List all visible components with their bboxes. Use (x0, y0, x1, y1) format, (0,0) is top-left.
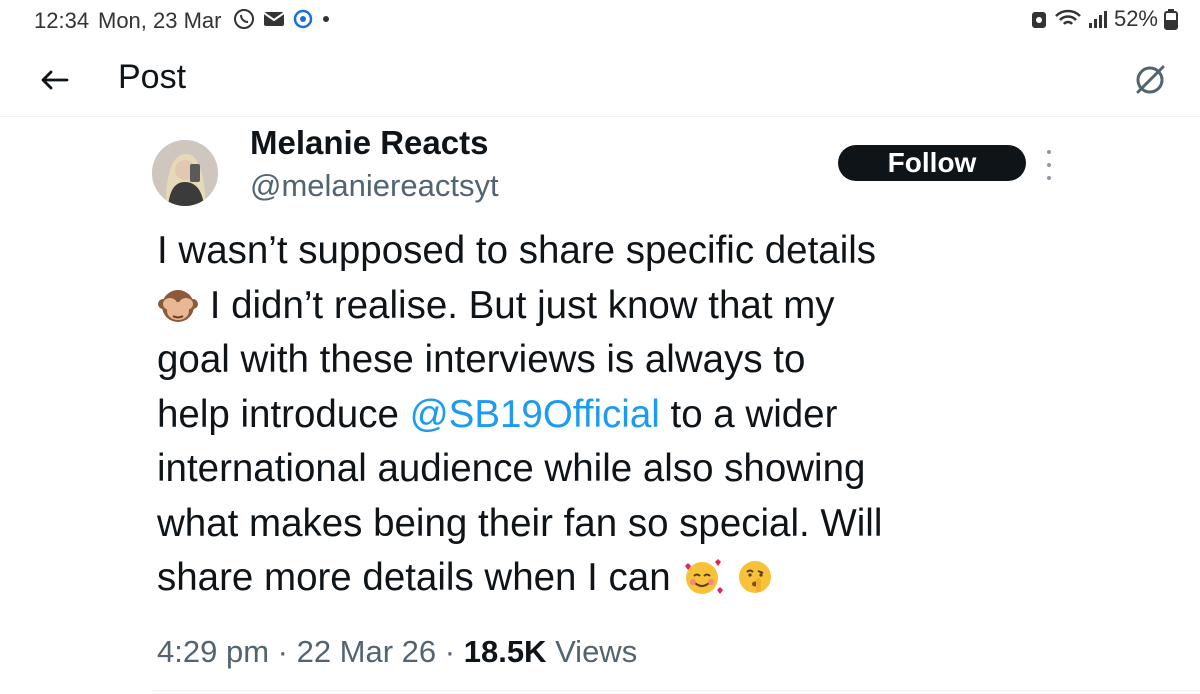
battery-icon (1164, 9, 1178, 30)
system-indicators: 52% (1030, 6, 1178, 32)
more-dot-icon (1047, 150, 1051, 154)
viber-icon (234, 9, 254, 29)
battery-percent: 52% (1113, 6, 1158, 31)
wifi-icon (1055, 9, 1081, 25)
post-text-line: goal with these interviews is always to (157, 338, 806, 381)
post-header: Post (0, 44, 1200, 117)
post-meta: 4:29 pm · 22 Mar 26 · 18.5K Views (157, 634, 637, 670)
post-date[interactable]: 22 Mar 26 (297, 634, 437, 669)
smiling-face-with-hearts-emoji (685, 559, 724, 594)
author-name[interactable]: Melanie Reacts (250, 124, 488, 162)
arrow-left-icon (41, 70, 69, 90)
target-icon (293, 9, 313, 29)
divider (152, 690, 1200, 691)
grok-icon (1136, 65, 1165, 94)
more-dot-icon (1047, 163, 1051, 167)
post-text-line: help introduce @SB19Official to a wider (157, 392, 838, 436)
views-count[interactable]: 18.5K (464, 634, 547, 669)
mention-link[interactable]: @SB19Official (410, 393, 660, 436)
notification-icons (232, 6, 332, 32)
views-label: Views (546, 634, 638, 669)
post-text-line: I didn’t realise. But just know that my (157, 279, 1037, 334)
post-text-line: international audience while also showin… (157, 447, 866, 490)
page-title: Post (118, 58, 187, 96)
avatar[interactable] (152, 140, 218, 206)
author-handle[interactable]: @melaniereactsyt (250, 168, 499, 204)
post-text: I wasn’t supposed to share specific deta… (157, 224, 1037, 606)
meta-separator: · (269, 634, 297, 669)
profile-photo (152, 140, 218, 206)
dot-icon (323, 16, 329, 22)
follow-button[interactable]: Follow (838, 145, 1026, 181)
grok-button[interactable] (1130, 60, 1170, 100)
status-date: Mon, 23 Mar (98, 8, 222, 33)
post-text-line: what makes being their fan so special. W… (157, 501, 883, 545)
post-time[interactable]: 4:29 pm (157, 634, 269, 669)
recycle-icon (1031, 12, 1046, 28)
status-bar: 12:34 Mon, 23 Mar 52% (0, 0, 1200, 40)
post-text-line: I wasn’t supposed to share specific deta… (157, 229, 877, 272)
shushing-face-emoji (739, 561, 772, 593)
meta-separator: · (436, 634, 464, 669)
post-detail: Melanie Reacts @melaniereactsyt Follow I… (0, 118, 1200, 694)
status-time: 12:34 (34, 8, 90, 33)
post-text-line: share more details when I can (157, 551, 1037, 606)
signal-icon (1088, 11, 1107, 28)
see-no-evil-monkey-emoji (158, 289, 198, 322)
more-dot-icon (1047, 176, 1051, 180)
more-options-button[interactable] (1040, 150, 1058, 180)
mail-icon (263, 12, 285, 26)
back-button[interactable] (36, 62, 72, 98)
